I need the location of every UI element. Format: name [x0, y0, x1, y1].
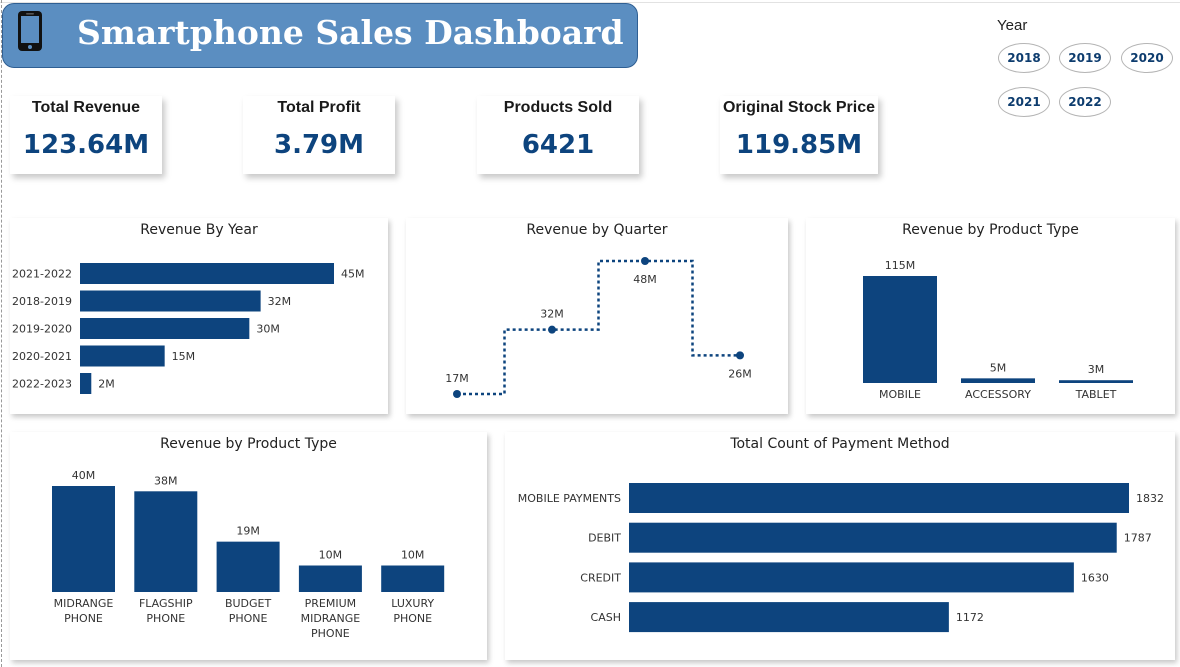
kpi-card-products-sold: Products Sold 6421 [477, 96, 639, 174]
category-label: DEBIT [588, 532, 621, 545]
revenue-by-product-type-plot: 115M MOBILE 5M ACCESSORY 3M TABLET [863, 259, 1133, 401]
bar [80, 345, 165, 367]
payment-method-plot: MOBILE PAYMENTS 1832 DEBIT 1787 CREDIT 1630 CA… [518, 483, 1164, 633]
bar [629, 522, 1117, 553]
kpi-label: Total Profit [277, 99, 361, 116]
bar [629, 483, 1129, 513]
category-label: PHONE [146, 612, 185, 625]
data-label: 15M [172, 350, 196, 363]
data-point [453, 390, 461, 398]
kpi-label: Products Sold [503, 99, 613, 116]
data-point [548, 325, 556, 334]
data-label: 19M [236, 525, 260, 538]
revenue-by-quarter-plot: 17M 32M 48M 26M [445, 257, 752, 398]
category-label: PHONE [229, 612, 268, 625]
data-label: 26M [728, 367, 752, 380]
kpi-value: 123.64M [22, 130, 150, 160]
bar [134, 491, 198, 592]
bar [80, 318, 250, 339]
bar [298, 565, 362, 592]
data-label: 48M [633, 273, 657, 286]
data-label: 45M [341, 268, 365, 281]
kpi-card-total-profit: Total Profit 3.79M [243, 96, 395, 174]
data-label: 10M [319, 549, 343, 562]
bar [1059, 380, 1133, 383]
revenue-by-quarter-chart: Revenue by Quarter 17M 32M 48M 26M [406, 218, 788, 414]
category-label: ACCESSORY [965, 388, 1031, 401]
bar [381, 565, 445, 592]
bar [629, 602, 949, 633]
data-label: 17M [445, 372, 469, 385]
revenue-by-product-type-chart: Revenue by Product Type 115M MOBILE 5M ACCE… [806, 218, 1175, 414]
data-label: 10M [401, 549, 425, 562]
data-label: 1787 [1124, 532, 1152, 545]
year-button-2022[interactable]: 2022 [1059, 87, 1111, 117]
bar [80, 373, 92, 394]
data-label: 1832 [1136, 492, 1164, 505]
data-label: 38M [154, 474, 178, 487]
data-label: 32M [268, 295, 292, 308]
data-label: 2M [98, 378, 115, 391]
kpi-card-original-stock-price: Original Stock Price 119.85M [720, 96, 878, 174]
year-button-2020[interactable]: 2020 [1121, 43, 1173, 73]
revenue-by-phone-category-chart: Revenue by Product Type 40M MIDRANGE PHONE… [10, 432, 487, 660]
bar [80, 290, 261, 312]
category-label: 2018-2019 [12, 295, 72, 308]
bar [629, 562, 1074, 593]
year-button-2018[interactable]: 2018 [998, 43, 1050, 73]
series-line [457, 259, 740, 396]
canvas-left-border [1, 0, 2, 667]
data-label: 1172 [956, 611, 984, 624]
data-label: 1630 [1081, 571, 1109, 584]
kpi-label: Total Revenue [31, 99, 141, 116]
year-button-2021[interactable]: 2021 [998, 87, 1050, 117]
category-label: MIDRANGE [54, 597, 114, 610]
bar [863, 276, 937, 383]
data-label: 30M [256, 323, 280, 336]
category-label: PHONE [393, 612, 432, 625]
revenue-by-year-plot: 2021-2022 45M 2018-2019 32M 2019-2020 30M 2020… [12, 263, 365, 394]
category-label: 2022-2023 [12, 378, 72, 391]
revenue-by-phone-category-plot: 40M MIDRANGE PHONE 38M FLAGSHIP PHONE 19M BUDGE… [52, 469, 445, 640]
data-point [641, 257, 649, 265]
bar [961, 378, 1035, 383]
category-label: PHONE [311, 627, 350, 640]
category-label: BUDGET [225, 597, 272, 610]
data-label: 40M [72, 469, 96, 482]
category-label: MIDRANGE [301, 612, 361, 625]
kpi-label: Original Stock Price [722, 99, 876, 116]
bar [80, 263, 334, 284]
category-label: 2019-2020 [12, 323, 72, 336]
revenue-by-year-chart: Revenue By Year 2021-2022 45M 2018-2019 32M… [10, 218, 388, 414]
data-label: 5M [990, 361, 1007, 374]
kpi-value: 119.85M [735, 130, 863, 160]
category-label: MOBILE [879, 388, 921, 401]
kpi-value: 6421 [521, 130, 595, 160]
title-banner: Smartphone Sales Dashboard [2, 3, 638, 68]
year-slicer-title: Year [997, 17, 1028, 34]
data-label: 3M [1088, 363, 1105, 376]
category-label: CASH [591, 611, 621, 624]
smartphone-icon [18, 11, 42, 51]
data-label: 115M [885, 259, 916, 272]
year-button-2019[interactable]: 2019 [1059, 43, 1111, 73]
payment-method-chart: Total Count of Payment Method MOBILE PAY… [505, 432, 1175, 660]
category-label: PHONE [64, 612, 103, 625]
category-label: TABLET [1075, 388, 1117, 401]
data-point [736, 351, 744, 360]
category-label: 2021-2022 [12, 268, 72, 281]
bar [52, 486, 115, 592]
category-label: LUXURY [391, 597, 434, 610]
dashboard-title: Smartphone Sales Dashboard [77, 13, 624, 52]
data-label: 32M [540, 308, 564, 321]
category-label: CREDIT [580, 571, 621, 584]
kpi-card-total-revenue: Total Revenue 123.64M [10, 96, 162, 174]
category-label: 2020-2021 [12, 350, 72, 363]
bar [216, 541, 280, 592]
category-label: FLAGSHIP [139, 597, 193, 610]
category-label: PREMIUM [305, 597, 357, 610]
category-label: MOBILE PAYMENTS [518, 492, 621, 505]
kpi-value: 3.79M [273, 130, 365, 160]
